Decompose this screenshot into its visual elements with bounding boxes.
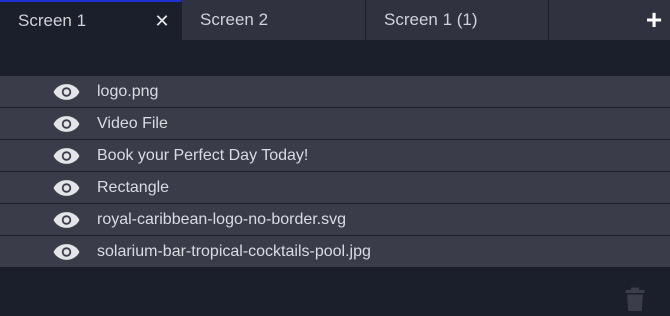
layer-row[interactable]: Rectangle	[0, 172, 670, 204]
eye-icon[interactable]	[53, 211, 80, 229]
layer-row[interactable]: logo.png	[0, 76, 670, 108]
layer-label: logo.png	[97, 83, 159, 100]
tab-label: Screen 2	[200, 10, 269, 29]
trash-icon[interactable]	[625, 287, 645, 312]
layer-row[interactable]: Video File	[0, 108, 670, 140]
tab-label: Screen 1 (1)	[384, 10, 478, 29]
plus-icon[interactable]: +	[638, 0, 670, 40]
layer-row[interactable]: Book your Perfect Day Today!	[0, 140, 670, 172]
tab-label: Screen 1	[18, 11, 87, 30]
layer-label: royal-caribbean-logo-no-border.svg	[97, 211, 347, 228]
layer-label: Book your Perfect Day Today!	[97, 147, 309, 164]
layer-list: logo.png Video File Book your Perfect Da…	[0, 76, 670, 268]
eye-icon[interactable]	[53, 115, 80, 133]
layer-label: solarium-bar-tropical-cocktails-pool.jpg	[97, 243, 371, 260]
close-icon[interactable]: ✕	[153, 11, 171, 31]
eye-icon[interactable]	[53, 83, 80, 101]
tab-screen-2[interactable]: Screen 2	[182, 0, 366, 40]
layer-label: Video File	[97, 115, 168, 132]
eye-icon[interactable]	[53, 147, 80, 165]
layer-row[interactable]: royal-caribbean-logo-no-border.svg	[0, 204, 670, 236]
tab-bar: Screen 1 ✕ Screen 2 Screen 1 (1) +	[0, 0, 670, 40]
tab-bar-filler	[549, 0, 639, 40]
eye-icon[interactable]	[53, 243, 80, 261]
layer-row[interactable]: solarium-bar-tropical-cocktails-pool.jpg	[0, 236, 670, 268]
tab-screen-1[interactable]: Screen 1 ✕	[0, 0, 182, 40]
tab-screen-1-copy[interactable]: Screen 1 (1)	[366, 0, 549, 40]
eye-icon[interactable]	[53, 179, 80, 197]
layer-label: Rectangle	[97, 179, 170, 196]
